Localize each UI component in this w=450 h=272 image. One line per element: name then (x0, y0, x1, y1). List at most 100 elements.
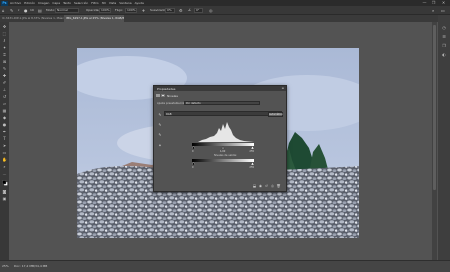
history-brush-icon[interactable]: ↺ (2, 94, 8, 99)
menu-item-ayuda[interactable]: Ayuda (135, 1, 144, 5)
adjustments-panel-icon[interactable]: ◐ (440, 52, 448, 58)
screen-mode-icon[interactable]: ▣ (2, 196, 8, 201)
menu-item-seleccion[interactable]: Selección (74, 1, 88, 5)
eyedropper-icon[interactable]: ✎ (2, 66, 8, 71)
auto-button[interactable]: Automático (268, 112, 283, 117)
color-swatches-icon[interactable] (1, 180, 8, 186)
properties-panel: Propiedades ≡ Niveles Ajuste preestablec… (153, 85, 287, 192)
path-select-icon[interactable]: ➤ (2, 143, 8, 148)
histogram (192, 118, 254, 142)
panel-dock: ◷ ☰ ❐ ◐ (438, 15, 450, 260)
adjustment-label: Niveles (167, 93, 178, 98)
gradient-icon[interactable]: ▦ (2, 108, 8, 113)
preset-label: Ajuste preestablecido: (157, 102, 186, 105)
menu-item-capa[interactable]: Capa (52, 1, 60, 5)
visibility-icon[interactable]: ◎ (270, 184, 275, 189)
preset-select[interactable]: Por defecto (184, 101, 260, 105)
dodge-icon[interactable]: ● (2, 122, 8, 127)
gray-point-eyedropper-icon[interactable]: ✎ (158, 123, 162, 127)
flow-label: Flujo: (115, 8, 124, 12)
flow-field[interactable]: 100% (125, 8, 137, 13)
move-icon[interactable]: ✥ (2, 24, 8, 29)
tab-document-2[interactable]: IMG_6297-1.JPG al 25% (Niveles 1, RGB/8)… (64, 15, 124, 22)
gear-icon[interactable]: ⚙ (179, 8, 183, 13)
properties-title: Propiedades (157, 86, 176, 91)
brush-panel-icon[interactable]: ▤ (38, 8, 42, 13)
pen-icon[interactable]: ✒ (2, 129, 8, 134)
hand-icon[interactable]: ✋ (2, 157, 8, 162)
view-previous-icon[interactable]: ◉ (258, 184, 263, 189)
brush-icon[interactable]: ✐ (2, 80, 8, 85)
input-gamma-value[interactable]: 1,00 (220, 150, 225, 153)
channel-row: RGB Automático (164, 111, 283, 117)
pressure-icon[interactable]: ◎ (209, 8, 213, 13)
tools-panel: ✥ ⬚ ℓ ✦ ⌗ ⊠ ✎ ✚ ✐ ⊥ ↺ ▱ ▦ ◆ ● ✒ T ➤ ▭ ✋ … (0, 22, 9, 260)
frame-icon[interactable]: ⊠ (2, 59, 8, 64)
stamp-icon[interactable]: ⊥ (2, 87, 8, 92)
menu-item-edicion[interactable]: Edición (24, 1, 35, 5)
menu-item-archivo[interactable]: Archivo (10, 1, 21, 5)
delete-icon[interactable]: 🗑 (276, 184, 281, 189)
input-black-value[interactable]: 0 (192, 150, 194, 153)
airbrush-icon[interactable]: ✈ (142, 8, 145, 13)
menu-item-texto[interactable]: Texto (63, 1, 71, 5)
properties-panel-icon[interactable]: ☰ (440, 34, 448, 40)
properties-footer: ⬓ ◉ ↺ ◎ 🗑 (154, 183, 286, 191)
menu-item-3d[interactable]: 3D (102, 1, 106, 5)
menu-item-ventana[interactable]: Ventana (119, 1, 131, 5)
quick-mask-icon[interactable]: ◙ (2, 189, 8, 194)
input-white-value[interactable]: 255 (249, 150, 254, 153)
quick-select-icon[interactable]: ✦ (2, 45, 8, 50)
brush-preset-icon[interactable]: ● (24, 8, 28, 13)
healing-icon[interactable]: ✚ (2, 73, 8, 78)
status-bar: 25% Doc: 17,2 MB/34,4 MB (0, 260, 450, 272)
marquee-icon[interactable]: ⬚ (2, 31, 8, 36)
output-white-value[interactable]: 255 (249, 166, 254, 169)
history-panel-icon[interactable]: ◷ (440, 25, 448, 31)
clip-to-layer-icon[interactable]: ⬓ (252, 184, 257, 189)
vertical-scrollbar[interactable] (432, 22, 437, 260)
lasso-icon[interactable]: ℓ (2, 38, 8, 43)
brush-size[interactable]: 19 (30, 8, 34, 13)
output-levels-label: Niveles de salida: (214, 154, 237, 157)
document-info[interactable]: Doc: 17,2 MB/34,4 MB (14, 264, 47, 268)
shape-icon[interactable]: ▭ (2, 150, 8, 155)
properties-body: Niveles Ajuste preestablecido: Por defec… (154, 91, 286, 191)
zoom-icon[interactable]: ⌕ (2, 164, 8, 169)
blur-icon[interactable]: ◆ (2, 115, 8, 120)
menu-item-vista[interactable]: Vista (109, 1, 116, 5)
angle-icon: ∠ (188, 8, 192, 12)
search-icon[interactable]: ⌕ (432, 8, 434, 13)
eraser-icon[interactable]: ▱ (2, 101, 8, 106)
menu-item-filtro[interactable]: Filtro (91, 1, 98, 5)
tab-document-1[interactable]: IC-3431-DIP-1.JPG al 8,33% (Niveles 1, M… (0, 15, 64, 22)
channel-select[interactable]: RGB (166, 113, 172, 116)
zoom-level[interactable]: 25% (2, 264, 9, 268)
crop-icon[interactable]: ⌗ (2, 52, 8, 57)
chevron-down-icon[interactable]: ▾ (18, 8, 19, 13)
layer-mask-icon[interactable] (161, 94, 165, 97)
output-levels-sliders[interactable] (191, 161, 255, 166)
input-levels-sliders[interactable] (191, 145, 255, 150)
clipping-warning-icon[interactable]: ◈ (158, 143, 162, 147)
smoothing-field[interactable]: 0% (165, 8, 175, 13)
workspace-icon[interactable]: ▭ (441, 8, 445, 13)
smoothing-label: Suavizado: (150, 8, 167, 12)
layers-panel-icon[interactable]: ❐ (440, 43, 448, 49)
type-icon[interactable]: T (2, 136, 8, 141)
photoshop-logo: Ps (1, 0, 8, 6)
levels-adjustment-icon[interactable] (156, 94, 160, 97)
reset-icon[interactable]: ↺ (264, 184, 269, 189)
eyedropper-icon[interactable]: ✎ (10, 8, 13, 13)
angle-field[interactable]: 0° (194, 8, 203, 13)
more-icon[interactable]: … (2, 171, 8, 176)
menu-item-imagen[interactable]: Imagen (38, 1, 49, 5)
mode-select[interactable]: Normal (55, 8, 79, 13)
output-black-value[interactable]: 0 (192, 166, 194, 169)
home-icon[interactable]: ⌂ (2, 8, 5, 13)
scrollbar-thumb[interactable] (433, 25, 436, 190)
black-point-eyedropper-icon[interactable]: ✎ (158, 113, 162, 117)
white-point-eyedropper-icon[interactable]: ✎ (158, 133, 162, 137)
opacity-field[interactable]: 100% (99, 8, 111, 13)
options-bar: ⌂ ✎ ▾ ● 19 ▤ Modo: Normal Opacidad: 100%… (0, 6, 450, 15)
